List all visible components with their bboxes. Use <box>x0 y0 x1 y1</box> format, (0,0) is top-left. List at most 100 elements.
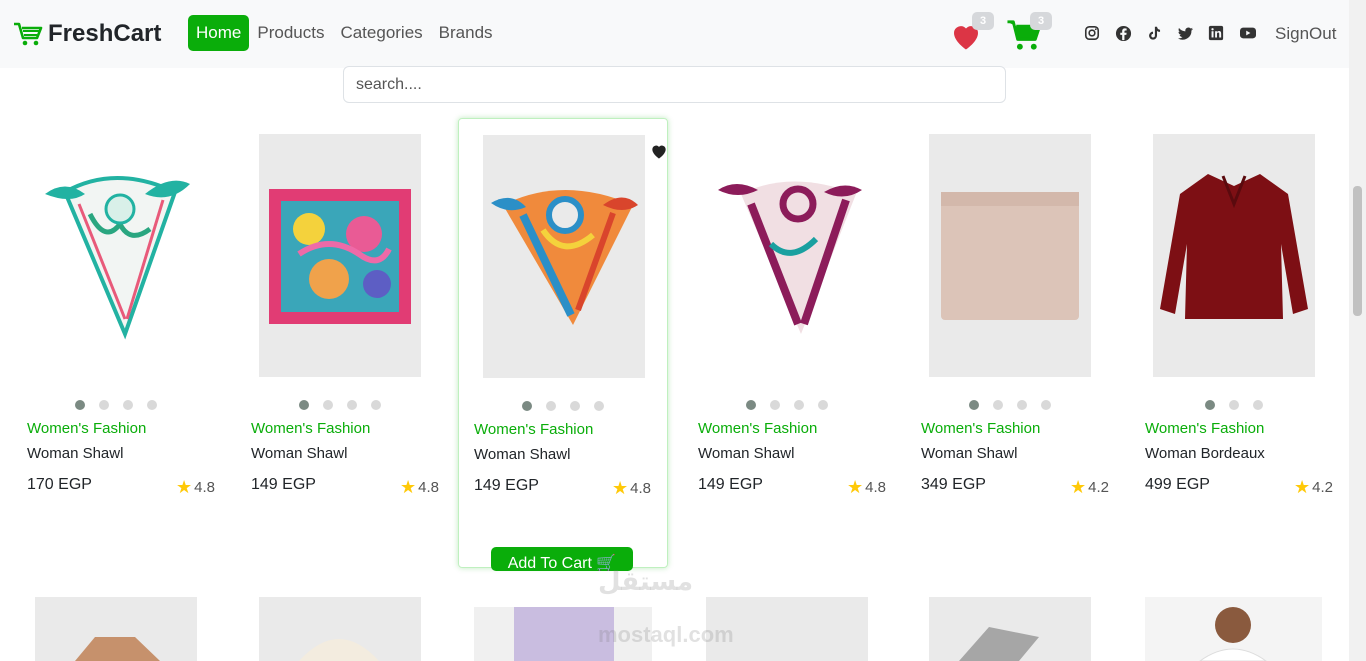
product-image[interactable] <box>483 135 645 378</box>
wishlist-count-badge: 3 <box>972 12 994 30</box>
product-image[interactable] <box>259 597 421 661</box>
product-title: Woman Bordeaux <box>1145 445 1265 462</box>
product-card[interactable]: Women's Fashion Woman Shawl 149 EGP ★ 4.8… <box>458 118 669 571</box>
carousel-dots <box>1129 400 1339 410</box>
add-to-cart-label: Add To Cart <box>507 555 592 571</box>
carousel-dot[interactable] <box>1229 400 1239 410</box>
brand-logo[interactable]: FreshCart <box>12 20 161 48</box>
watermark-logo: مستقل <box>598 566 694 596</box>
carousel-dot[interactable] <box>1205 400 1215 410</box>
star-icon: ★ <box>847 477 864 497</box>
carousel-dot[interactable] <box>570 401 580 411</box>
carousel-dot[interactable] <box>99 400 109 410</box>
carousel-dot[interactable] <box>770 400 780 410</box>
product-category: Women's Fashion <box>251 420 371 437</box>
carousel-dot[interactable] <box>371 400 381 410</box>
product-card[interactable]: Women's Fashion Woman Shawl 349 EGP ★ 4.2 <box>905 118 1115 568</box>
rating-value: 4.2 <box>1312 478 1333 496</box>
product-image[interactable] <box>929 597 1091 661</box>
nav-brands[interactable]: Brands <box>431 15 501 51</box>
carousel-dot[interactable] <box>818 400 828 410</box>
social-links <box>1084 25 1257 43</box>
product-image[interactable] <box>35 134 197 377</box>
product-rating: ★ 4.2 <box>1070 478 1109 496</box>
product-card[interactable]: Women's Fashion Woman Shawl 149 EGP ★ 4.8 <box>235 118 445 568</box>
header-actions: 3 3 SignOut <box>948 12 1336 56</box>
product-image[interactable] <box>1145 597 1322 661</box>
tiktok-icon[interactable] <box>1146 25 1164 43</box>
carousel-dot[interactable] <box>147 400 157 410</box>
linkedin-icon[interactable] <box>1208 25 1226 43</box>
carousel-dot[interactable] <box>794 400 804 410</box>
carousel-dot[interactable] <box>1041 400 1051 410</box>
star-icon: ★ <box>176 477 193 497</box>
product-image[interactable] <box>35 597 197 661</box>
carousel-dot[interactable] <box>969 400 979 410</box>
rating-value: 4.8 <box>418 478 439 496</box>
product-title: Woman Shawl <box>251 445 348 462</box>
wishlist-button[interactable]: 3 <box>948 12 994 56</box>
product-category: Women's Fashion <box>698 420 818 437</box>
nav-products[interactable]: Products <box>249 15 332 51</box>
product-rating: ★ 4.8 <box>176 478 215 496</box>
cart-button[interactable]: 3 <box>1006 12 1052 56</box>
navbar: FreshCart Home Products Categories Brand… <box>0 0 1349 68</box>
rating-value: 4.8 <box>194 478 215 496</box>
youtube-icon[interactable] <box>1239 25 1257 43</box>
carousel-dot[interactable] <box>1017 400 1027 410</box>
rating-value: 4.8 <box>630 479 651 497</box>
search-input[interactable] <box>343 66 1006 103</box>
star-icon: ★ <box>1294 477 1311 497</box>
rating-value: 4.2 <box>1088 478 1109 496</box>
carousel-dot[interactable] <box>347 400 357 410</box>
wishlist-heart-icon[interactable] <box>649 141 669 161</box>
product-image[interactable] <box>1153 134 1315 377</box>
carousel-dot[interactable] <box>123 400 133 410</box>
watermark-text: mostaql.com <box>598 622 734 647</box>
product-price: 149 EGP <box>698 476 763 493</box>
carousel-dots <box>235 400 445 410</box>
scrollbar-thumb[interactable] <box>1353 186 1362 316</box>
carousel-dot[interactable] <box>323 400 333 410</box>
product-card[interactable]: Women's Fashion Woman Bordeaux 499 EGP ★… <box>1129 118 1339 568</box>
twitter-icon[interactable] <box>1177 25 1195 43</box>
product-category: Women's Fashion <box>27 420 147 437</box>
carousel-dot[interactable] <box>299 400 309 410</box>
product-title: Woman Shawl <box>921 445 1018 462</box>
page-scrollbar[interactable] <box>1349 0 1366 661</box>
product-category: Women's Fashion <box>921 420 1041 437</box>
nav-categories[interactable]: Categories <box>332 15 430 51</box>
product-rating: ★ 4.8 <box>612 479 651 497</box>
star-icon: ★ <box>612 478 629 498</box>
carousel-dot[interactable] <box>1253 400 1263 410</box>
product-card[interactable]: Women's Fashion Woman Shawl 149 EGP ★ 4.8 <box>682 118 892 568</box>
carousel-dot[interactable] <box>746 400 756 410</box>
product-category: Women's Fashion <box>474 421 594 438</box>
cart-logo-icon <box>14 22 43 46</box>
product-category: Women's Fashion <box>1145 420 1265 437</box>
product-price: 149 EGP <box>474 477 539 494</box>
product-title: Woman Shawl <box>474 446 571 463</box>
carousel-dot[interactable] <box>522 401 532 411</box>
nav-home[interactable]: Home <box>188 15 250 51</box>
carousel-dot[interactable] <box>993 400 1003 410</box>
carousel-dot[interactable] <box>546 401 556 411</box>
product-image[interactable] <box>929 134 1091 377</box>
product-rating: ★ 4.2 <box>1294 478 1333 496</box>
carousel-dots <box>682 400 892 410</box>
product-rating: ★ 4.8 <box>400 478 439 496</box>
rating-value: 4.8 <box>865 478 886 496</box>
product-card[interactable]: Women's Fashion Woman Shawl 170 EGP ★ 4.8 <box>11 118 221 568</box>
product-title: Woman Shawl <box>698 445 795 462</box>
carousel-dot[interactable] <box>594 401 604 411</box>
cart-count-badge: 3 <box>1030 12 1052 30</box>
product-image[interactable] <box>706 134 868 377</box>
carousel-dots <box>459 401 667 411</box>
brand-name: FreshCart <box>48 20 162 47</box>
product-image[interactable] <box>259 134 421 377</box>
facebook-icon[interactable] <box>1115 25 1133 43</box>
signout-link[interactable]: SignOut <box>1275 24 1336 44</box>
carousel-dot[interactable] <box>75 400 85 410</box>
instagram-icon[interactable] <box>1084 25 1102 43</box>
star-icon: ★ <box>400 477 417 497</box>
